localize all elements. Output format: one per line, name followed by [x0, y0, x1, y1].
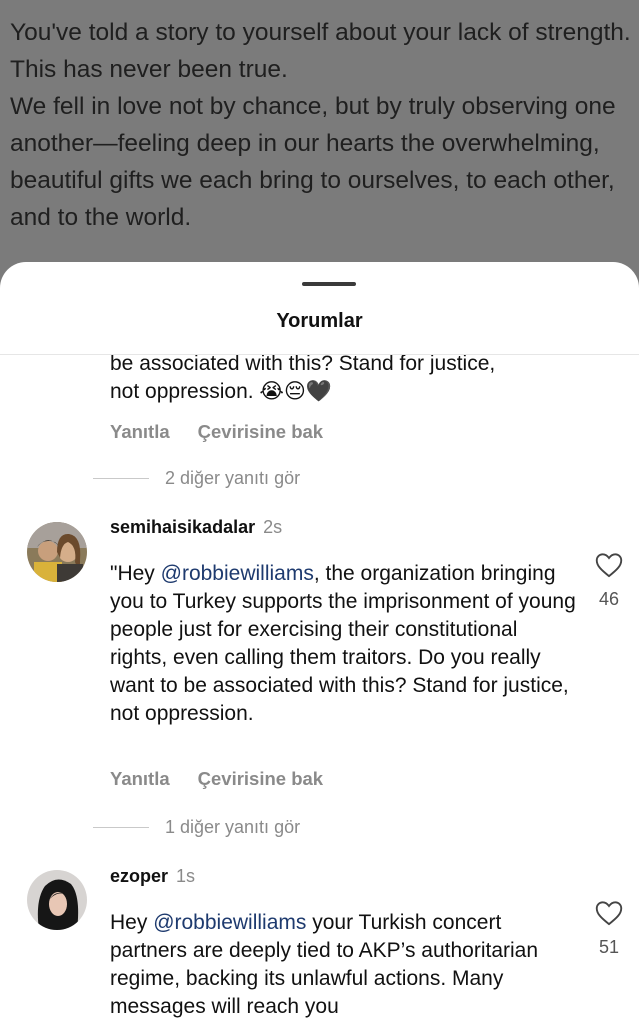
caption-paragraph-2: We fell in love not by chance, but by tr…: [10, 93, 616, 231]
sheet-drag-handle[interactable]: [302, 282, 356, 286]
caption-paragraph-1: You've told a story to yourself about yo…: [10, 19, 631, 83]
comment-text-part: Hey: [110, 911, 154, 934]
avatar[interactable]: [27, 522, 87, 582]
comment-text-part: , the organization bringing you to Turke…: [110, 562, 576, 725]
comment-username[interactable]: semihaisikadalar: [110, 517, 255, 537]
view-more-replies[interactable]: 1 diğer yanıtı gör: [93, 817, 300, 838]
see-translation-button[interactable]: Çevirisine bak: [198, 768, 323, 790]
like-count: 51: [598, 937, 620, 957]
view-more-replies-label: 1 diğer yanıtı gör: [165, 817, 301, 837]
like-control[interactable]: 46: [592, 552, 626, 610]
avatar[interactable]: [27, 870, 87, 930]
comment-time: 1s: [176, 866, 196, 886]
like-count: 46: [598, 589, 620, 609]
comment-text-part: "Hey: [110, 562, 161, 585]
comments-sheet: Yorumlar be associated with this? Stand …: [0, 262, 639, 1024]
replies-line: [93, 827, 149, 828]
comment-text: "Hey @robbiewilliams, the organization b…: [110, 560, 580, 728]
mention-link[interactable]: @robbiewilliams: [153, 911, 306, 934]
comment-text-line: be associated with this? Stand for justi…: [110, 355, 496, 375]
comment-text-line: not oppression. 😭😔🖤: [110, 380, 333, 403]
comment-username[interactable]: ezoper: [110, 866, 168, 886]
comment-actions: Yanıtla Çevirisine bak: [110, 768, 323, 790]
heart-icon[interactable]: [595, 900, 623, 926]
see-translation-button[interactable]: Çevirisine bak: [198, 421, 323, 443]
comments-list[interactable]: be associated with this? Stand for justi…: [0, 355, 639, 1024]
view-more-replies[interactable]: 2 diğer yanıtı gör: [93, 468, 300, 489]
comment-actions: Yanıtla Çevirisine bak: [110, 421, 323, 443]
background-caption: You've told a story to yourself about yo…: [10, 14, 632, 236]
reply-button[interactable]: Yanıtla: [110, 768, 170, 790]
comment-header: ezoper 1s: [110, 866, 195, 887]
mention-link[interactable]: @robbiewilliams: [161, 562, 314, 585]
like-control[interactable]: 51: [592, 900, 626, 958]
heart-icon[interactable]: [595, 552, 623, 578]
reply-button[interactable]: Yanıtla: [110, 421, 170, 443]
replies-line: [93, 478, 149, 479]
view-more-replies-label: 2 diğer yanıtı gör: [165, 468, 301, 488]
comment-header: semihaisikadalar 2s: [110, 517, 282, 538]
comment-time: 2s: [263, 517, 283, 537]
comment-item: be associated with this? Stand for justi…: [110, 355, 590, 406]
comment-text: Hey @robbiewilliams your Turkish concert…: [110, 909, 580, 1021]
sheet-title: Yorumlar: [276, 310, 363, 332]
